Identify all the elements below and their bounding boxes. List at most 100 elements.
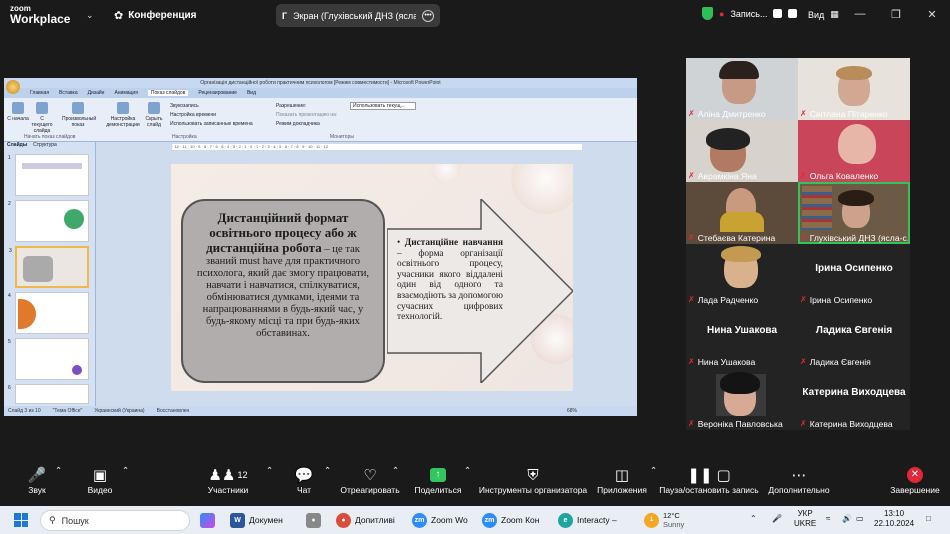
custom-show-button[interactable]: Произвольный показ <box>62 102 96 128</box>
host-tools-button[interactable]: ⛨ Инструменты организатора <box>478 465 588 496</box>
participant-tile[interactable]: ✗ Аліна Дмитренко <box>686 58 798 120</box>
slide-thumbnail-6[interactable]: 6 <box>8 384 89 404</box>
video-feed <box>706 128 750 150</box>
taskbar-search[interactable]: ⚲ Пошук <box>40 510 190 531</box>
pp-tab-review[interactable]: Рецензирование <box>198 90 237 96</box>
participant-label: ✗ Вероніка Павловська <box>688 418 796 429</box>
pp-tab-slideshow[interactable]: Показ слайдов <box>147 90 189 96</box>
participant-tile[interactable]: Катерина Виходцева ✗ Катерина Виходцева <box>798 368 910 430</box>
pp-tab-home[interactable]: Главная <box>30 90 49 96</box>
participant-tile[interactable]: ✗ Вероніка Павловська <box>686 368 798 430</box>
status-zoom[interactable]: 68% <box>567 408 577 414</box>
media-icon[interactable]: ● <box>306 511 321 529</box>
mic-muted-icon: ✗ <box>688 171 695 180</box>
wifi-icon[interactable]: ≈ <box>826 514 830 524</box>
close-icon[interactable]: ✕ <box>914 0 950 28</box>
apps-button[interactable]: ◫ Приложения <box>596 465 648 495</box>
pause-recording-button[interactable] <box>773 9 783 18</box>
taskbar-app-word[interactable]: W Докумен <box>230 511 283 529</box>
language-indicator[interactable]: УКР UKRE <box>794 509 816 529</box>
participants-options-chevron-icon[interactable]: ⌃ <box>266 465 273 476</box>
from-current-button[interactable]: С текущего слайда <box>30 102 54 134</box>
participant-tile[interactable]: Нина Ушакова ✗ Нина Ушакова <box>686 306 798 368</box>
setup-show-button[interactable]: Настройка демонстрации <box>106 102 140 128</box>
participant-label: ✗ Катерина Виходцева <box>800 418 908 429</box>
resolution-select[interactable]: Использовать текущ... <box>350 102 416 110</box>
chat-button[interactable]: 💬 Чат <box>292 465 316 495</box>
setup-show-label: Настройка демонстрации <box>106 116 140 128</box>
rehearse-timings-option[interactable]: Настройка времени <box>170 112 216 118</box>
pp-tab-view[interactable]: Вид <box>247 90 256 96</box>
participant-tile[interactable]: ✗ Стебаєва Катерина <box>686 182 798 244</box>
conference-menu[interactable]: ✿ Конференция <box>114 9 197 22</box>
participant-tile[interactable]: ✗ Світлана Пітаренко <box>798 58 910 120</box>
clock[interactable]: 13:10 22.10.2024 <box>874 509 914 529</box>
end-meeting-button[interactable]: ✕ Завершение <box>890 465 940 495</box>
heart-icon: ♡ <box>363 467 377 484</box>
more-icon[interactable]: ••• <box>422 9 434 22</box>
battery-icon[interactable]: ▭ <box>856 514 864 524</box>
right-heading: Дистанційне навчання <box>404 238 503 248</box>
video-button[interactable]: ▣ Видео <box>84 465 116 495</box>
current-slide[interactable]: Дистанційний формат освітнього процесу а… <box>171 164 573 391</box>
microphone-icon[interactable]: 🎤 <box>772 514 782 524</box>
stop-recording-button[interactable] <box>788 9 798 18</box>
hide-slide-button[interactable]: Скрыть слайд <box>142 102 166 128</box>
slide-thumbnail-2[interactable]: 2 <box>8 200 89 242</box>
sharer-avatar: Г <box>282 10 288 21</box>
copilot-icon[interactable] <box>200 511 215 529</box>
share-screen-button[interactable]: ↑ Поделиться <box>414 465 462 495</box>
slide-thumbnail-4[interactable]: 4 <box>8 292 89 334</box>
speaker-icon[interactable]: 🔊 <box>842 514 852 524</box>
office-button-icon[interactable] <box>6 80 20 94</box>
participant-tile-active-speaker[interactable]: ✗ Глухівський ДНЗ (ясла-с... <box>798 182 910 244</box>
pp-tab-animation[interactable]: Анимация <box>114 90 137 96</box>
participant-tile[interactable]: Ірина Осипенко ✗ Ірина Осипенко <box>798 244 910 306</box>
screen-share-indicator[interactable]: Г Экран (Глухівський ДНЗ (ясла-с ••• <box>276 4 440 27</box>
outline-tab[interactable]: Структура <box>33 142 57 151</box>
windows-start-icon[interactable] <box>14 513 28 527</box>
participant-tile[interactable]: Ладика Євгенія ✗ Ладика Євгенія <box>798 306 910 368</box>
from-start-button[interactable]: С начала <box>6 102 30 122</box>
taskbar-app-zoom[interactable]: zm Zoom Wo <box>412 511 468 529</box>
participant-tile[interactable]: ✗ Лада Радченко <box>686 244 798 306</box>
audio-options-chevron-icon[interactable]: ⌃ <box>55 465 62 476</box>
participants-icon: ♟♟ <box>208 467 236 484</box>
pp-tab-design[interactable]: Дизайн <box>88 90 105 96</box>
group-start-label: Начать показ слайдов <box>24 134 76 140</box>
search-icon: ⚲ <box>49 515 56 525</box>
record-narration-option[interactable]: Звукозапись <box>170 103 199 109</box>
view-button[interactable]: Вид ▦ <box>808 9 839 20</box>
pp-tab-insert[interactable]: Вставка <box>59 90 78 96</box>
participants-button[interactable]: ♟♟ 12 Участники <box>206 465 250 495</box>
presenter-view-checkbox[interactable]: Режим докладчика <box>276 121 320 127</box>
react-options-chevron-icon[interactable]: ⌃ <box>392 465 399 476</box>
participant-tile[interactable]: ✗ Аврамкіна Яна <box>686 120 798 182</box>
pause-stop-icon: ❚❚ ▢ <box>687 467 731 484</box>
apps-options-chevron-icon[interactable]: ⌃ <box>650 465 657 476</box>
react-button[interactable]: ♡ Отреагировать <box>340 465 400 495</box>
chevron-up-icon[interactable]: ⌃ <box>750 514 757 524</box>
weather-widget[interactable]: 1 12°C Sunny <box>644 511 684 529</box>
restore-icon[interactable]: ❐ <box>878 0 914 28</box>
more-button[interactable]: ⋯ Дополнительно <box>768 465 830 495</box>
use-timings-checkbox[interactable]: Использовать записанные времена <box>170 121 253 127</box>
taskbar-app-chrome[interactable]: ● Допитливі <box>336 511 395 529</box>
slide-thumbnail-3[interactable]: 3 <box>9 246 89 288</box>
video-options-chevron-icon[interactable]: ⌃ <box>122 465 129 476</box>
chevron-down-icon[interactable]: ⌄ <box>86 10 94 21</box>
share-options-chevron-icon[interactable]: ⌃ <box>464 465 471 476</box>
taskbar-app-edge[interactable]: e Interacty – <box>558 511 617 529</box>
chat-options-chevron-icon[interactable]: ⌃ <box>324 465 331 476</box>
slide-thumbnail-5[interactable]: 5 <box>8 338 89 380</box>
slides-tab[interactable]: Слайды <box>7 142 27 151</box>
setup-icon <box>117 102 129 114</box>
minimize-icon[interactable]: — <box>842 0 878 28</box>
group-setup-label: Настройка <box>172 134 197 140</box>
audio-button[interactable]: 🎤 Звук <box>22 465 52 495</box>
notification-icon[interactable]: □ <box>926 514 931 524</box>
taskbar-app-zoom-meeting[interactable]: zm Zoom Кон <box>482 511 539 529</box>
pause-stop-recording-button[interactable]: ❚❚ ▢ Пауза/остановить запись <box>658 465 760 495</box>
participant-tile[interactable]: ✗ Ольга Коваленко <box>798 120 910 182</box>
slide-thumbnail-1[interactable]: 1 <box>8 154 89 196</box>
